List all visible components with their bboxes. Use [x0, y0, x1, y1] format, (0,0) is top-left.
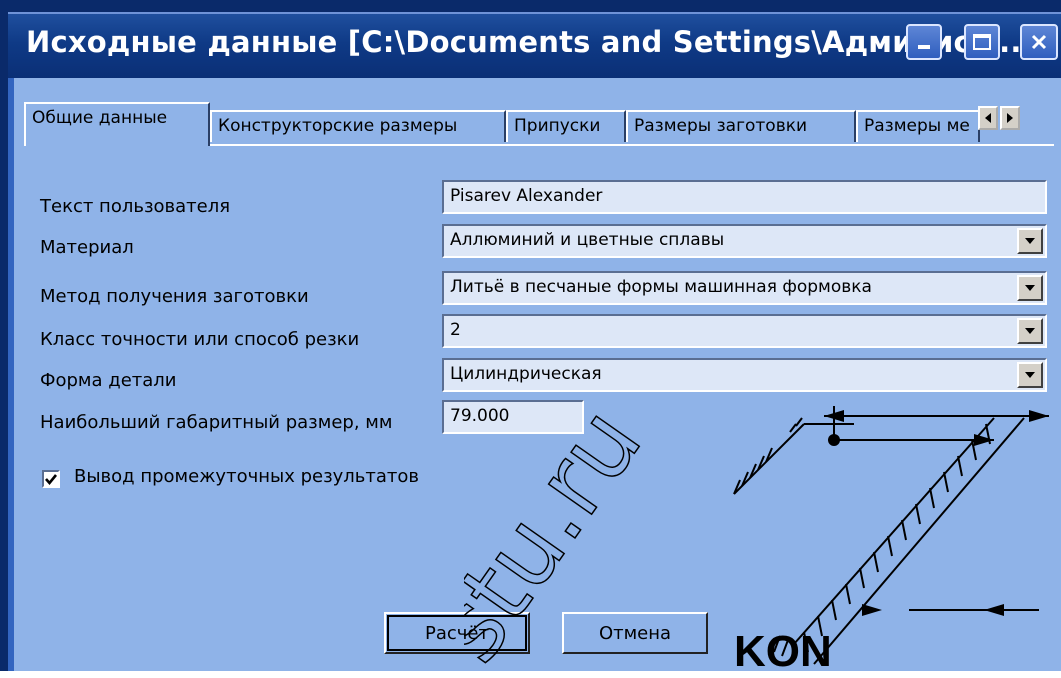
dialog-client-area: Общие данные Конструкторские размеры При… [8, 78, 1061, 678]
material-label: Материал [40, 237, 134, 258]
material-select[interactable]: Аллюминий и цветные сплавы [442, 224, 1047, 258]
accuracy-class-value: 2 [450, 320, 461, 340]
checkmark-icon [45, 474, 58, 486]
tab-label: Общие данные [32, 108, 168, 128]
arrow-left-icon [985, 113, 991, 123]
accuracy-class-select[interactable]: 2 [442, 314, 1047, 348]
machining-diagram: KON [733, 406, 1049, 671]
part-shape-dropdown-button[interactable] [1017, 362, 1043, 388]
accuracy-class-dropdown-button[interactable] [1017, 318, 1043, 344]
part-shape-value: Цилиндрическая [450, 364, 602, 384]
cancel-button[interactable]: Отмена [562, 612, 708, 654]
tab-blank-dimensions[interactable]: Размеры заготовки [626, 110, 856, 142]
user-text-value: Pisarev Alexander [450, 186, 603, 206]
close-button[interactable] [1020, 24, 1058, 60]
title-bar[interactable]: Исходные данные [C:\Documents and Settin… [8, 12, 1061, 78]
blank-method-dropdown-button[interactable] [1017, 275, 1043, 301]
tab-label: Размеры ме [864, 116, 970, 136]
minimize-button[interactable] [906, 24, 942, 60]
chevron-down-icon [1025, 285, 1035, 291]
chevron-down-icon [1025, 238, 1035, 244]
blank-method-value: Литьё в песчаные формы машинная формовка [450, 277, 872, 297]
tab-label: Припуски [514, 116, 601, 136]
calculate-button-label: Расчёт [425, 622, 489, 644]
blank-method-select[interactable]: Литьё в песчаные формы машинная формовка [442, 271, 1047, 305]
tab-strip: Общие данные Конструкторские размеры При… [24, 102, 1054, 146]
user-text-label: Текст пользователя [40, 196, 231, 217]
chevron-down-icon [1025, 328, 1035, 334]
dialog-window: Исходные данные [C:\Documents and Settin… [0, 0, 1061, 678]
maximize-button[interactable] [964, 24, 1000, 60]
intermediate-results-checkbox[interactable] [42, 470, 60, 488]
max-size-label: Наибольший габаритный размер, мм [40, 412, 393, 433]
part-shape-select[interactable]: Цилиндрическая [442, 358, 1047, 392]
tab-label: Конструкторские размеры [218, 116, 458, 136]
chevron-down-icon [1025, 372, 1035, 378]
part-shape-label: Форма детали [40, 370, 177, 391]
blank-method-label: Метод получения заготовки [40, 286, 309, 307]
close-icon [1031, 34, 1047, 50]
tab-label: Размеры заготовки [634, 116, 808, 136]
tab-scroll-left-button[interactable] [978, 106, 998, 130]
tab-general-data[interactable]: Общие данные [24, 102, 210, 146]
tab-scroll-right-button[interactable] [1000, 106, 1020, 130]
tab-dimensions-more[interactable]: Размеры ме [856, 110, 980, 142]
tab-allowances[interactable]: Припуски [506, 110, 626, 142]
max-size-input[interactable]: 79.000 [442, 400, 584, 434]
intermediate-results-label: Вывод промежуточных результатов [74, 466, 420, 487]
max-size-value: 79.000 [450, 406, 510, 426]
tab-design-dimensions[interactable]: Конструкторские размеры [210, 110, 506, 142]
cancel-button-label: Отмена [598, 622, 672, 644]
user-text-input[interactable]: Pisarev Alexander [442, 180, 1047, 214]
minimize-icon [918, 45, 930, 49]
accuracy-class-label: Класс точности или способ резки [40, 329, 360, 350]
calculate-button[interactable]: Расчёт [384, 612, 530, 654]
window-title: Исходные данные [C:\Documents and Settin… [26, 25, 1022, 59]
maximize-icon [973, 34, 991, 50]
material-value: Аллюминий и цветные сплавы [450, 230, 725, 250]
material-dropdown-button[interactable] [1017, 228, 1043, 254]
diagram-label: KON [734, 627, 832, 671]
arrow-right-icon [1007, 113, 1013, 123]
